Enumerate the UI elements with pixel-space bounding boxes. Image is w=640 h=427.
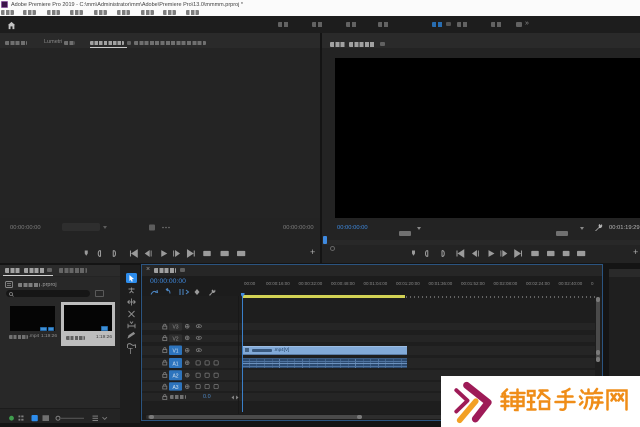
svg-text:V2: V2 — [172, 336, 178, 342]
svg-text:V1: V1 — [172, 349, 178, 355]
svg-text:T: T — [128, 347, 133, 356]
svg-text:V3: V3 — [172, 325, 178, 331]
svg-text:A2: A2 — [172, 374, 178, 380]
svg-text:A3: A3 — [172, 385, 178, 391]
svg-text:A1: A1 — [172, 361, 178, 367]
